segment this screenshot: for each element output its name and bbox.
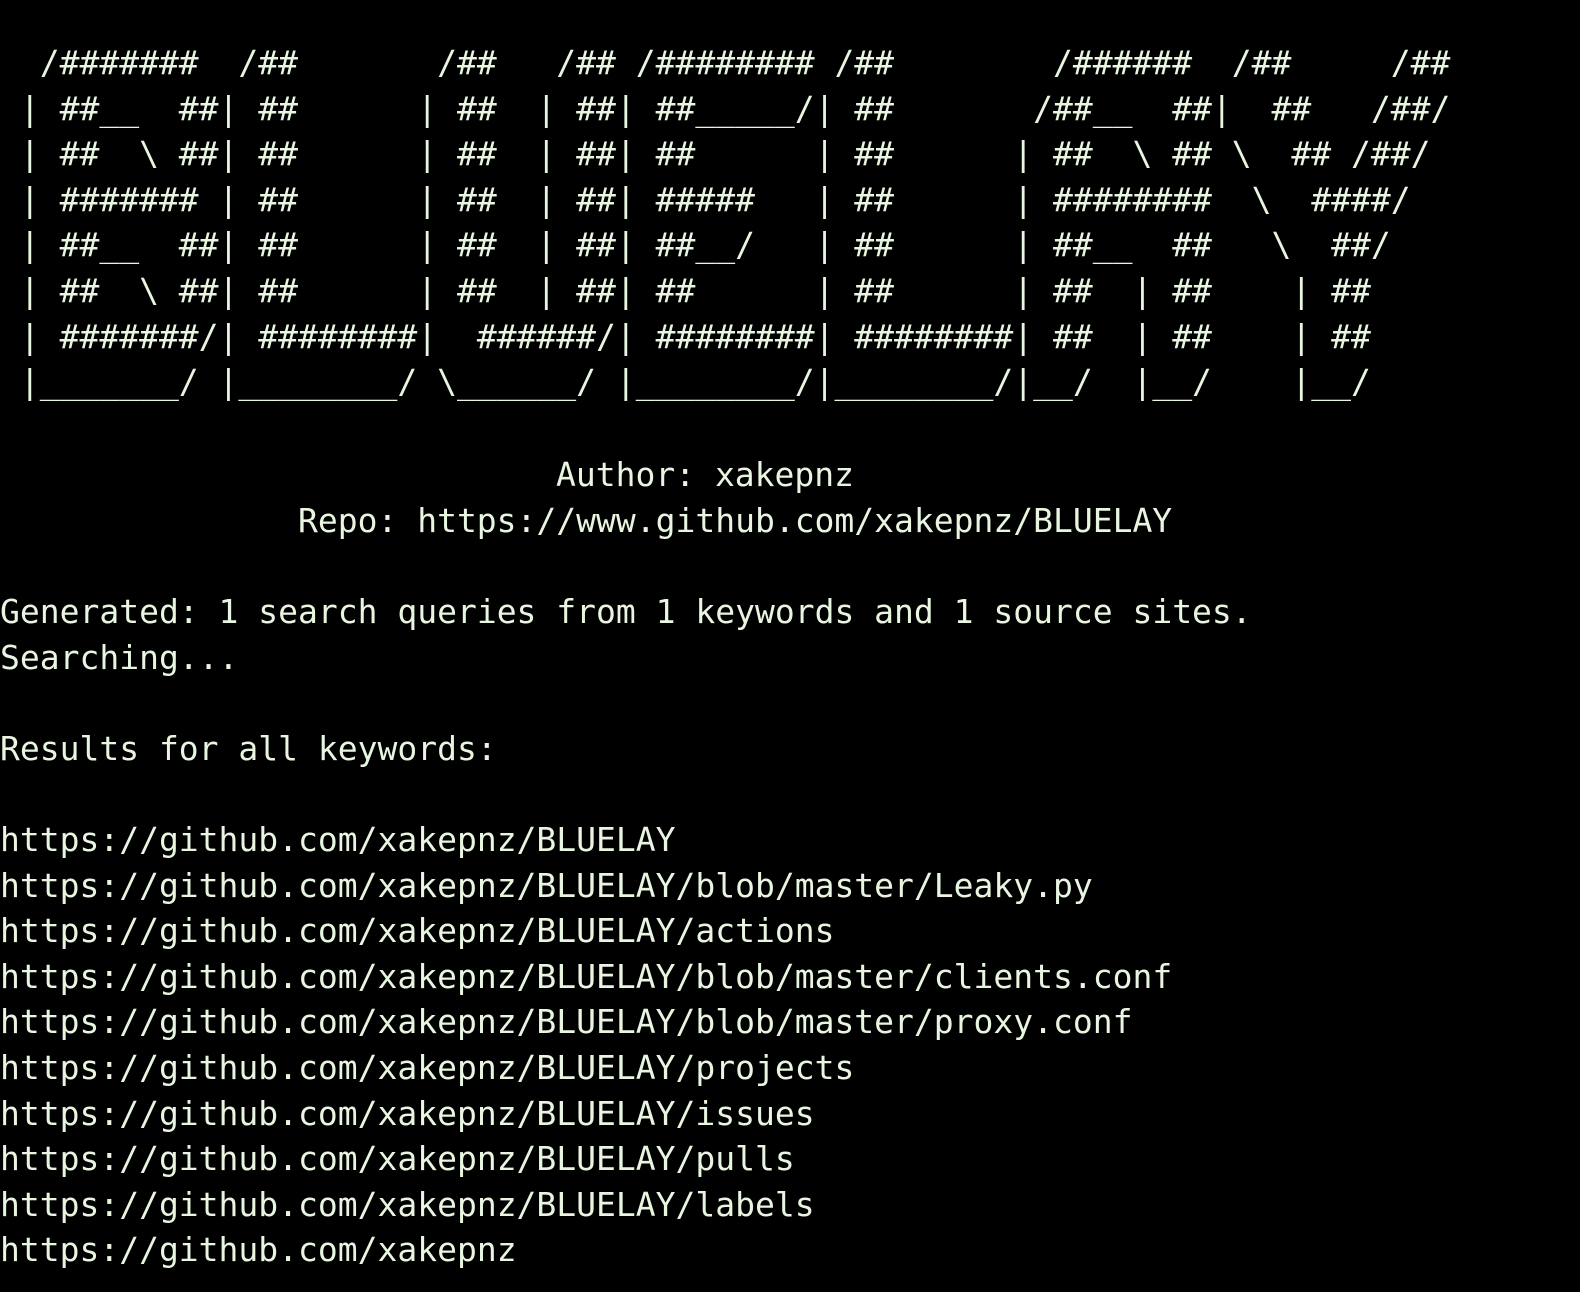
author-line: Author: xakepnz: [556, 455, 855, 494]
result-url: https://github.com/xakepnz/BLUELAY/blob/…: [0, 956, 1173, 996]
result-url: https://github.com/xakepnz/BLUELAY/proje…: [0, 1047, 855, 1087]
result-url: https://github.com/xakepnz/BLUELAY/label…: [0, 1184, 815, 1224]
results-header: Results for all keywords:: [0, 729, 497, 768]
generated-status: Generated: 1 search queries from 1 keywo…: [0, 592, 1252, 631]
terminal-window[interactable]: /####### /## /## /## /######## /## /####…: [0, 0, 1580, 1292]
ascii-banner: /####### /## /## /## /######## /## /####…: [19, 43, 1451, 402]
repo-line: Repo: https://www.github.com/xakepnz/BLU…: [298, 501, 1173, 540]
result-url: https://github.com/xakepnz/BLUELAY/actio…: [0, 911, 835, 951]
searching-status: Searching...: [0, 638, 239, 677]
result-url: https://github.com/xakepnz/BLUELAY/pulls: [0, 1139, 795, 1179]
result-url: https://github.com/xakepnz/BLUELAY: [0, 820, 676, 859]
result-url: https://github.com/xakepnz/BLUELAY/issue…: [0, 1093, 815, 1133]
result-url: https://github.com/xakepnz/BLUELAY/blob/…: [0, 865, 1093, 905]
results-list: https://github.com/xakepnz/BLUELAY https…: [0, 817, 1172, 1273]
result-url: https://github.com/xakepnz: [0, 1230, 517, 1270]
result-url: https://github.com/xakepnz/BLUELAY/blob/…: [0, 1002, 1133, 1042]
